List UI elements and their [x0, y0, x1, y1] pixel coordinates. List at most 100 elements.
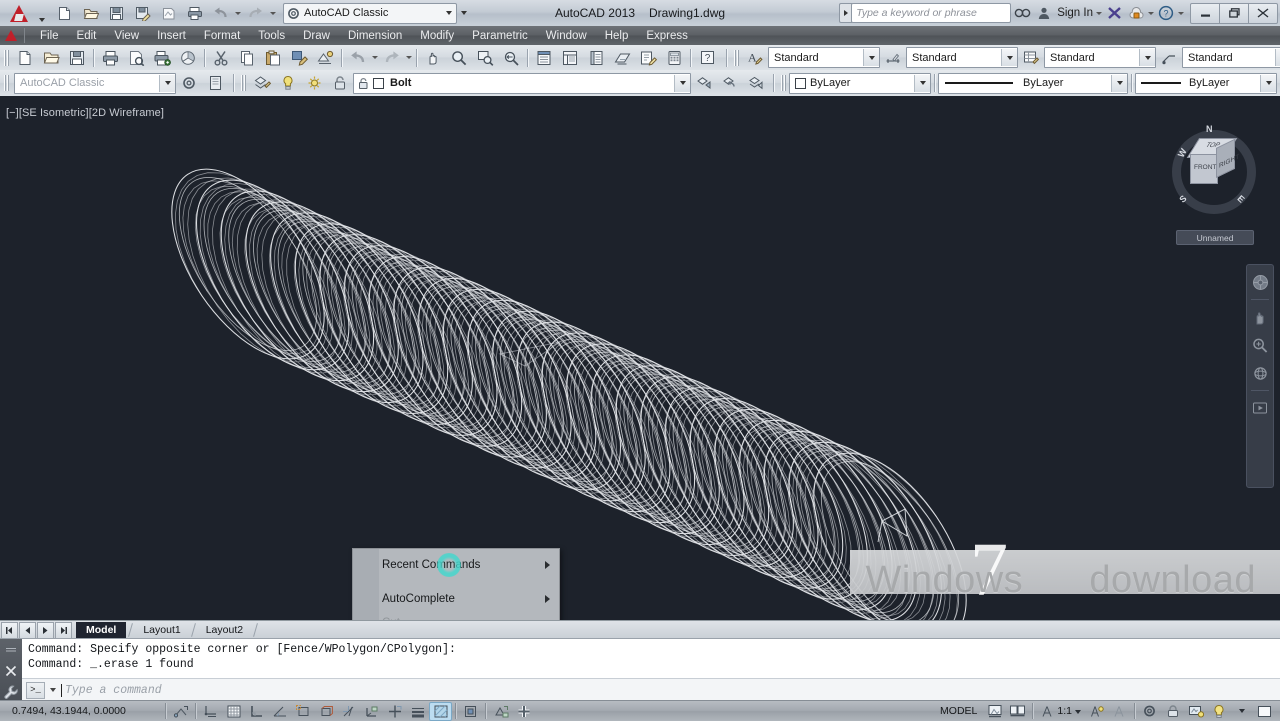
selection-cycling-toggle[interactable]: [459, 702, 482, 721]
object-snap-toggle[interactable]: [291, 702, 314, 721]
text-style-dropdown-icon[interactable]: [863, 49, 879, 66]
table-style-dropdown-icon[interactable]: [1139, 49, 1155, 66]
menu-item-tools[interactable]: Tools: [249, 27, 294, 45]
zoom-window-button[interactable]: [472, 46, 498, 70]
isolate-objects-icon[interactable]: [1207, 702, 1230, 721]
workspace-switching-icon[interactable]: [1138, 702, 1161, 721]
dimension-style-dropdown-icon[interactable]: [1001, 49, 1017, 66]
command-input-row[interactable]: >_ Type a command: [22, 678, 1280, 701]
last-layout-button[interactable]: [55, 621, 72, 639]
toolbar-lock-icon[interactable]: [1161, 702, 1184, 721]
layers-toolbar-grip[interactable]: [240, 73, 247, 93]
new-button[interactable]: [12, 46, 38, 70]
menu-item-dimension[interactable]: Dimension: [339, 27, 411, 45]
3d-object-snap-toggle[interactable]: [314, 702, 337, 721]
workspace-combo[interactable]: AutoCAD Classic: [283, 2, 457, 24]
command-prompt-icon[interactable]: >_: [26, 681, 45, 699]
navigation-bar[interactable]: [1246, 264, 1274, 488]
designcenter-button[interactable]: [557, 46, 583, 70]
properties-button[interactable]: [531, 46, 557, 70]
zoom-previous-button[interactable]: [498, 46, 524, 70]
make-object-layer-current-button[interactable]: [691, 71, 717, 95]
layer-previous-button[interactable]: [717, 71, 743, 95]
mleader-style-dropdown-icon[interactable]: [1275, 49, 1280, 66]
workspace-toolbar-combo[interactable]: AutoCAD Classic: [14, 72, 176, 94]
previous-layout-button[interactable]: [19, 621, 36, 639]
quick-view-drawings-icon[interactable]: [1006, 702, 1029, 721]
layout-tab-layout2[interactable]: Layout2: [199, 622, 251, 638]
next-layout-button[interactable]: [37, 621, 54, 639]
qat-plot-preview-button[interactable]: [156, 1, 181, 25]
lineweight-combo[interactable]: ByLayer: [1135, 72, 1277, 94]
orbit-icon[interactable]: [1249, 360, 1271, 386]
lineweight-toggle[interactable]: [406, 702, 429, 721]
help-button[interactable]: ?: [694, 46, 720, 70]
hardware-acceleration-icon[interactable]: [1184, 702, 1207, 721]
view-name-label[interactable]: Unnamed: [1176, 230, 1254, 245]
sign-in-avatar-icon[interactable]: [1033, 2, 1055, 24]
annotation-scale-control[interactable]: 1:1: [1036, 705, 1085, 718]
open-button[interactable]: [38, 46, 64, 70]
3d-print-button[interactable]: [175, 46, 201, 70]
sign-in-dropdown-icon[interactable]: [1096, 11, 1102, 15]
zoom-icon[interactable]: [1249, 332, 1271, 358]
plot-button[interactable]: [97, 46, 123, 70]
menu-item-express[interactable]: Express: [637, 27, 697, 45]
redo-dropdown-icon[interactable]: [406, 56, 412, 59]
block-editor-button[interactable]: [312, 46, 338, 70]
first-layout-button[interactable]: [1, 621, 18, 639]
menu-item-edit[interactable]: Edit: [68, 27, 106, 45]
coordinates-display[interactable]: 0.7494, 43.1944, 0.0000: [0, 705, 162, 717]
menu-item-file[interactable]: File: [31, 27, 68, 45]
command-line-context-menu[interactable]: Recent Commands AutoComplete Cut Copy Co…: [352, 548, 560, 620]
layer-freeze-thaw-icon[interactable]: [301, 71, 327, 95]
paste-button[interactable]: [260, 46, 286, 70]
context-menu-item-recent-commands[interactable]: Recent Commands: [353, 553, 559, 577]
annotation-scale-dropdown-icon[interactable]: [1075, 705, 1081, 717]
qat-qnew-button[interactable]: [52, 1, 77, 25]
layer-states-button[interactable]: [743, 71, 769, 95]
steering-wheel-icon[interactable]: [1249, 269, 1271, 295]
tool-palettes-button[interactable]: [583, 46, 609, 70]
zoom-realtime-button[interactable]: [446, 46, 472, 70]
close-icon[interactable]: [2, 662, 20, 679]
layer-combo-dropdown-icon[interactable]: [674, 74, 690, 92]
infer-constraints-toggle[interactable]: [169, 702, 192, 721]
linetype-combo[interactable]: ByLayer: [938, 72, 1128, 94]
redo-button[interactable]: [379, 46, 405, 70]
command-history-dropdown-icon[interactable]: [50, 688, 56, 692]
command-line-body[interactable]: Command: Specify opposite corner or [Fen…: [22, 639, 1280, 701]
model-space-button[interactable]: MODEL: [934, 705, 983, 717]
workspace-toolbar-dropdown-icon[interactable]: [159, 74, 175, 92]
mleader-style-icon[interactable]: [1156, 46, 1182, 70]
context-menu-item-autocomplete[interactable]: AutoComplete: [353, 587, 559, 611]
layer-combo[interactable]: Bolt: [353, 72, 691, 94]
text-style-combo[interactable]: Standard: [768, 47, 880, 68]
undo-button[interactable]: [345, 46, 371, 70]
autodesk-360-icon[interactable]: [1125, 2, 1147, 24]
plot-preview-button[interactable]: [123, 46, 149, 70]
qat-plot-button[interactable]: [182, 1, 207, 25]
help-dropdown-icon[interactable]: [1178, 11, 1184, 15]
layer-properties-button[interactable]: [249, 71, 275, 95]
snap-mode-toggle[interactable]: [199, 702, 222, 721]
text-style-icon[interactable]: A: [742, 46, 768, 70]
menu-item-parametric[interactable]: Parametric: [463, 27, 537, 45]
auto-scale-icon[interactable]: [1108, 702, 1131, 721]
menu-item-format[interactable]: Format: [195, 27, 249, 45]
pan-button[interactable]: [420, 46, 446, 70]
minimize-button[interactable]: [1190, 2, 1220, 24]
quickcalc-button[interactable]: [661, 46, 687, 70]
styles-toolbar-grip[interactable]: [733, 48, 740, 68]
toolbar-grip[interactable]: [3, 48, 10, 68]
qat-open-button[interactable]: [78, 1, 103, 25]
publish-button[interactable]: [149, 46, 175, 70]
qat-undo-button[interactable]: [208, 1, 233, 25]
table-style-combo[interactable]: Standard: [1044, 47, 1156, 68]
application-menu-button[interactable]: [2, 1, 36, 25]
qat-customize-icon[interactable]: [457, 2, 471, 24]
undo-dropdown-icon[interactable]: [235, 11, 241, 15]
help-icon[interactable]: ?: [1155, 2, 1177, 24]
dimension-style-icon[interactable]: [880, 46, 906, 70]
application-menu-caret-icon[interactable]: [36, 0, 48, 26]
